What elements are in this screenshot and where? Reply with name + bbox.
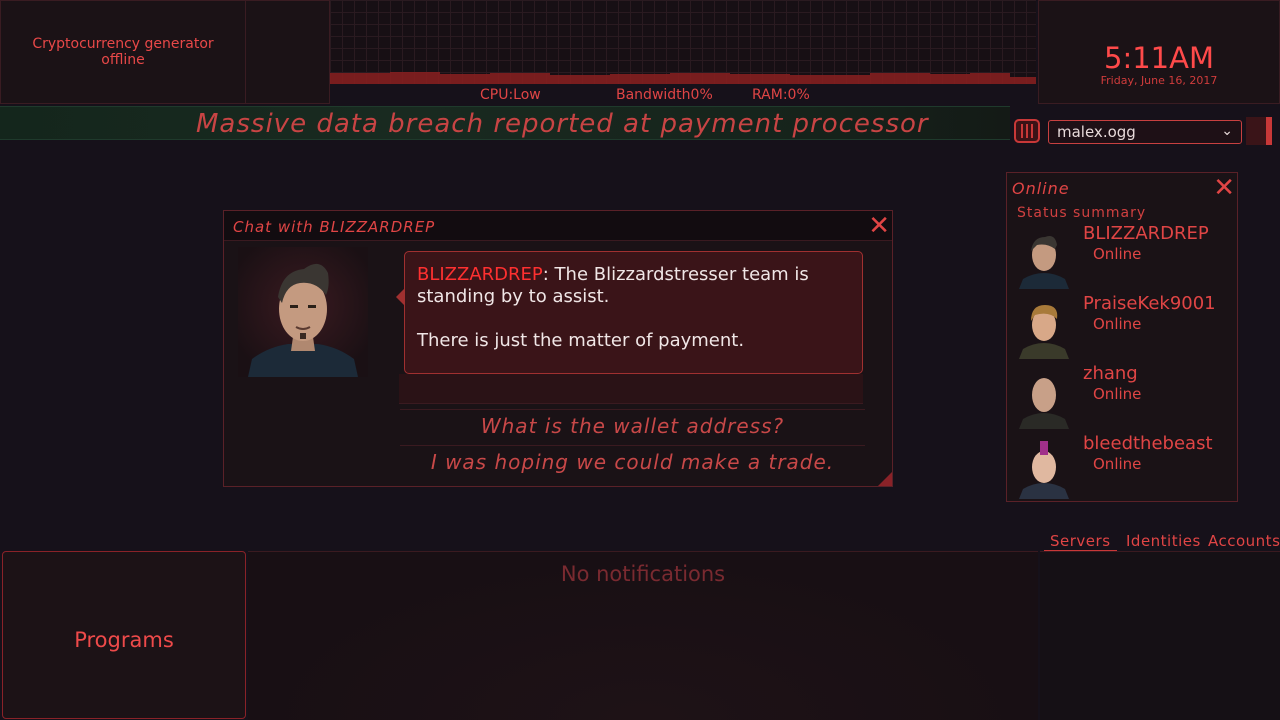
message-text-2: There is just the matter of payment. — [417, 330, 745, 351]
chat-close-icon[interactable]: ✕ — [868, 213, 890, 239]
cpu-stat: CPU:Low — [480, 87, 541, 103]
bottom-tabs: Servers Identities Accounts — [1040, 530, 1280, 552]
contact-item[interactable]: BLIZZARDREP Online — [1011, 223, 1237, 291]
network-graph-bars — [330, 72, 1036, 84]
speech-bubble-tail — [396, 289, 404, 305]
chat-window-header[interactable]: Chat with BLIZZARDREP ✕ — [224, 211, 892, 241]
contact-name: bleedthebeast — [1083, 433, 1213, 454]
chat-window: Chat with BLIZZARDREP ✕ BLIZZARDREP: The… — [223, 210, 893, 487]
contact-avatar — [1019, 378, 1069, 429]
chat-window-title: Chat with BLIZZARDREP — [233, 218, 436, 236]
music-track-value: malex.ogg — [1057, 123, 1136, 141]
contact-item[interactable]: PraiseKek9001 Online — [1011, 293, 1237, 361]
online-panel: Online ✕ Status summary BLIZZARDREP Onli… — [1006, 172, 1238, 502]
contact-avatar — [1019, 305, 1069, 359]
resize-handle[interactable] — [878, 472, 892, 486]
volume-slider[interactable] — [1246, 117, 1272, 145]
contact-status: Online — [1093, 385, 1142, 403]
programs-button[interactable]: Programs — [2, 551, 246, 719]
chat-message-bubble: BLIZZARDREP: The Blizzardstresser team i… — [404, 251, 863, 374]
contact-avatar — [1019, 236, 1069, 289]
system-stats: CPU:Low Bandwidth0% RAM:0% — [330, 84, 1036, 106]
online-panel-title: Online — [1012, 179, 1070, 198]
notifications-area: No notifications — [248, 551, 1038, 720]
reply-option-wallet[interactable]: What is the wallet address? — [400, 409, 865, 443]
contact-status: Online — [1093, 455, 1142, 473]
contact-name: zhang — [1083, 363, 1138, 384]
contact-name: BLIZZARDREP — [1083, 223, 1209, 244]
crypto-status-panel: Cryptocurrency generator offline — [0, 0, 246, 104]
chevron-down-icon: ⌄ — [1221, 123, 1233, 139]
contact-item[interactable]: zhang Online — [1011, 363, 1237, 431]
clock-panel: 5:11AM Friday, June 16, 2017 — [1038, 0, 1280, 104]
clock-date: Friday, June 16, 2017 — [1100, 74, 1218, 87]
message-sender: BLIZZARDREP — [417, 264, 543, 285]
contact-status: Online — [1093, 245, 1142, 263]
tab-accounts[interactable]: Accounts — [1208, 532, 1280, 550]
music-player-icon[interactable] — [1014, 119, 1040, 143]
news-headline: Massive data breach reported at payment … — [196, 109, 929, 139]
bandwidth-stat: Bandwidth0% — [616, 87, 713, 103]
reply-option-trade[interactable]: I was hoping we could make a trade. — [400, 445, 865, 479]
music-track-select[interactable]: malex.ogg ⌄ — [1048, 120, 1242, 144]
top-spacer-panel — [246, 0, 330, 104]
status-summary-label: Status summary — [1017, 205, 1147, 221]
tab-servers[interactable]: Servers — [1044, 532, 1117, 552]
news-ticker[interactable]: Massive data breach reported at payment … — [0, 106, 1010, 140]
tab-identities[interactable]: Identities — [1126, 532, 1201, 550]
contact-avatar — [1019, 441, 1069, 499]
contact-item[interactable]: bleedthebeast Online — [1011, 433, 1237, 501]
contact-name: PraiseKek9001 — [1083, 293, 1216, 314]
online-close-icon[interactable]: ✕ — [1213, 175, 1235, 201]
clock-time: 5:11AM — [1104, 41, 1214, 75]
contact-status: Online — [1093, 315, 1142, 333]
contact-portrait — [238, 247, 368, 377]
notifications-text: No notifications — [560, 562, 726, 586]
crypto-status-text: Cryptocurrency generator offline — [32, 36, 214, 68]
network-graph — [330, 0, 1036, 84]
programs-button-label: Programs — [74, 628, 174, 652]
tab-content-panel — [1040, 551, 1280, 720]
message-footer — [399, 374, 863, 404]
ram-stat: RAM:0% — [752, 87, 810, 103]
